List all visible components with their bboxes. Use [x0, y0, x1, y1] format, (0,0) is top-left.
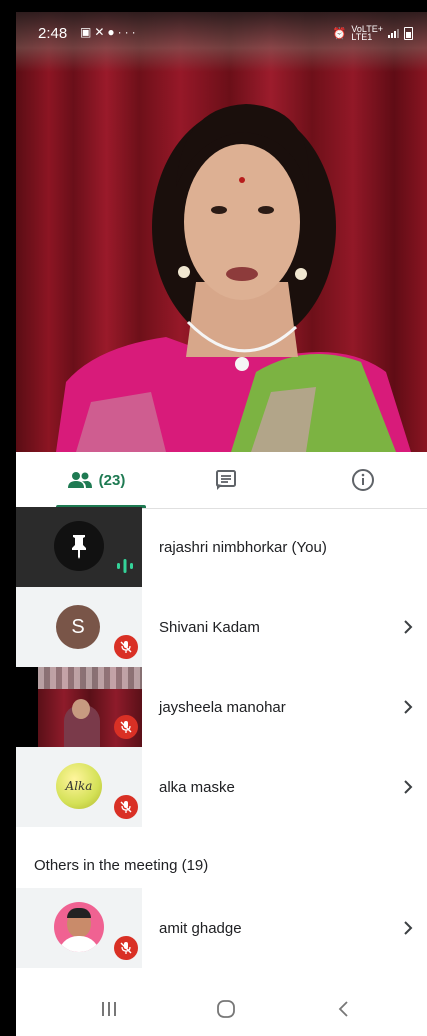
recent-apps-button[interactable] [79, 982, 139, 1036]
participant-thumbnail [16, 667, 142, 747]
chevron-right-icon[interactable] [403, 587, 413, 667]
back-icon [338, 1001, 348, 1017]
more-notifications-icon: ··· [117, 25, 139, 39]
main-speaker-video[interactable]: 2:48 ▣✕●··· ⏰ VoLTE+ LTE1 [16, 12, 427, 452]
app-icon: ● [107, 25, 118, 39]
people-icon [67, 472, 92, 488]
back-button[interactable] [314, 982, 374, 1036]
tab-info[interactable] [338, 452, 388, 508]
chevron-right-icon[interactable] [403, 747, 413, 827]
tab-people[interactable]: (23) [46, 452, 146, 508]
participant-name: Shivani Kadam [159, 618, 260, 636]
avatar: S [56, 605, 100, 649]
network-label: VoLTE+ LTE1 [351, 24, 383, 42]
tab-bar: (23) [16, 452, 427, 509]
speaking-indicator-icon [117, 559, 133, 573]
chat-icon [216, 470, 236, 490]
others-section-heading: Others in the meeting (19) [34, 857, 209, 874]
participant-thumbnail [16, 507, 142, 587]
chevron-right-icon[interactable] [403, 667, 413, 747]
participant-row[interactable]: Alka alka maske [16, 747, 427, 827]
participant-thumbnail [16, 888, 142, 968]
status-time: 2:48 [38, 25, 68, 42]
signal-icon [388, 28, 399, 38]
chevron-right-icon[interactable] [403, 888, 413, 968]
recent-apps-icon [102, 1002, 116, 1016]
status-bar: 2:48 ▣✕●··· ⏰ VoLTE+ LTE1 [16, 12, 427, 52]
meet-app-screen: 2:48 ▣✕●··· ⏰ VoLTE+ LTE1 (23) rajashri … [16, 12, 427, 1036]
tab-chat[interactable] [201, 452, 251, 508]
pin-icon [72, 535, 86, 559]
avatar [54, 902, 104, 952]
participant-name: jaysheela manohar [159, 698, 286, 716]
participant-thumbnail: Alka [16, 747, 142, 827]
system-nav-bar [16, 982, 427, 1036]
battery-icon [404, 26, 413, 40]
mic-off-icon [114, 795, 138, 819]
info-icon [352, 469, 374, 491]
missed-call-icon: ✕ [94, 25, 108, 39]
alarm-icon: ⏰ [332, 27, 347, 40]
participant-row[interactable]: rajashri nimbhorkar (You) [16, 507, 427, 587]
participant-row[interactable]: amit ghadge [16, 888, 427, 968]
participant-name: amit ghadge [159, 919, 242, 937]
participant-row[interactable]: S Shivani Kadam [16, 587, 427, 667]
video-valance [38, 667, 142, 689]
participant-name: rajashri nimbhorkar (You) [159, 538, 327, 556]
image-icon: ▣ [80, 25, 95, 39]
people-count: (23) [98, 471, 126, 489]
home-icon [217, 1000, 235, 1018]
participant-thumbnail: S [16, 587, 142, 667]
avatar: Alka [56, 763, 102, 809]
participant-row[interactable]: jaysheela manohar [16, 667, 427, 747]
speaker-figure [56, 104, 411, 452]
mic-off-icon [114, 936, 138, 960]
notification-icons: ▣✕●··· [80, 25, 139, 39]
participant-name: alka maske [159, 778, 235, 796]
video-person-face [72, 699, 90, 719]
mic-off-icon [114, 715, 138, 739]
mic-off-icon [114, 635, 138, 659]
home-button[interactable] [196, 982, 256, 1036]
status-right: ⏰ VoLTE+ LTE1 [332, 24, 413, 42]
